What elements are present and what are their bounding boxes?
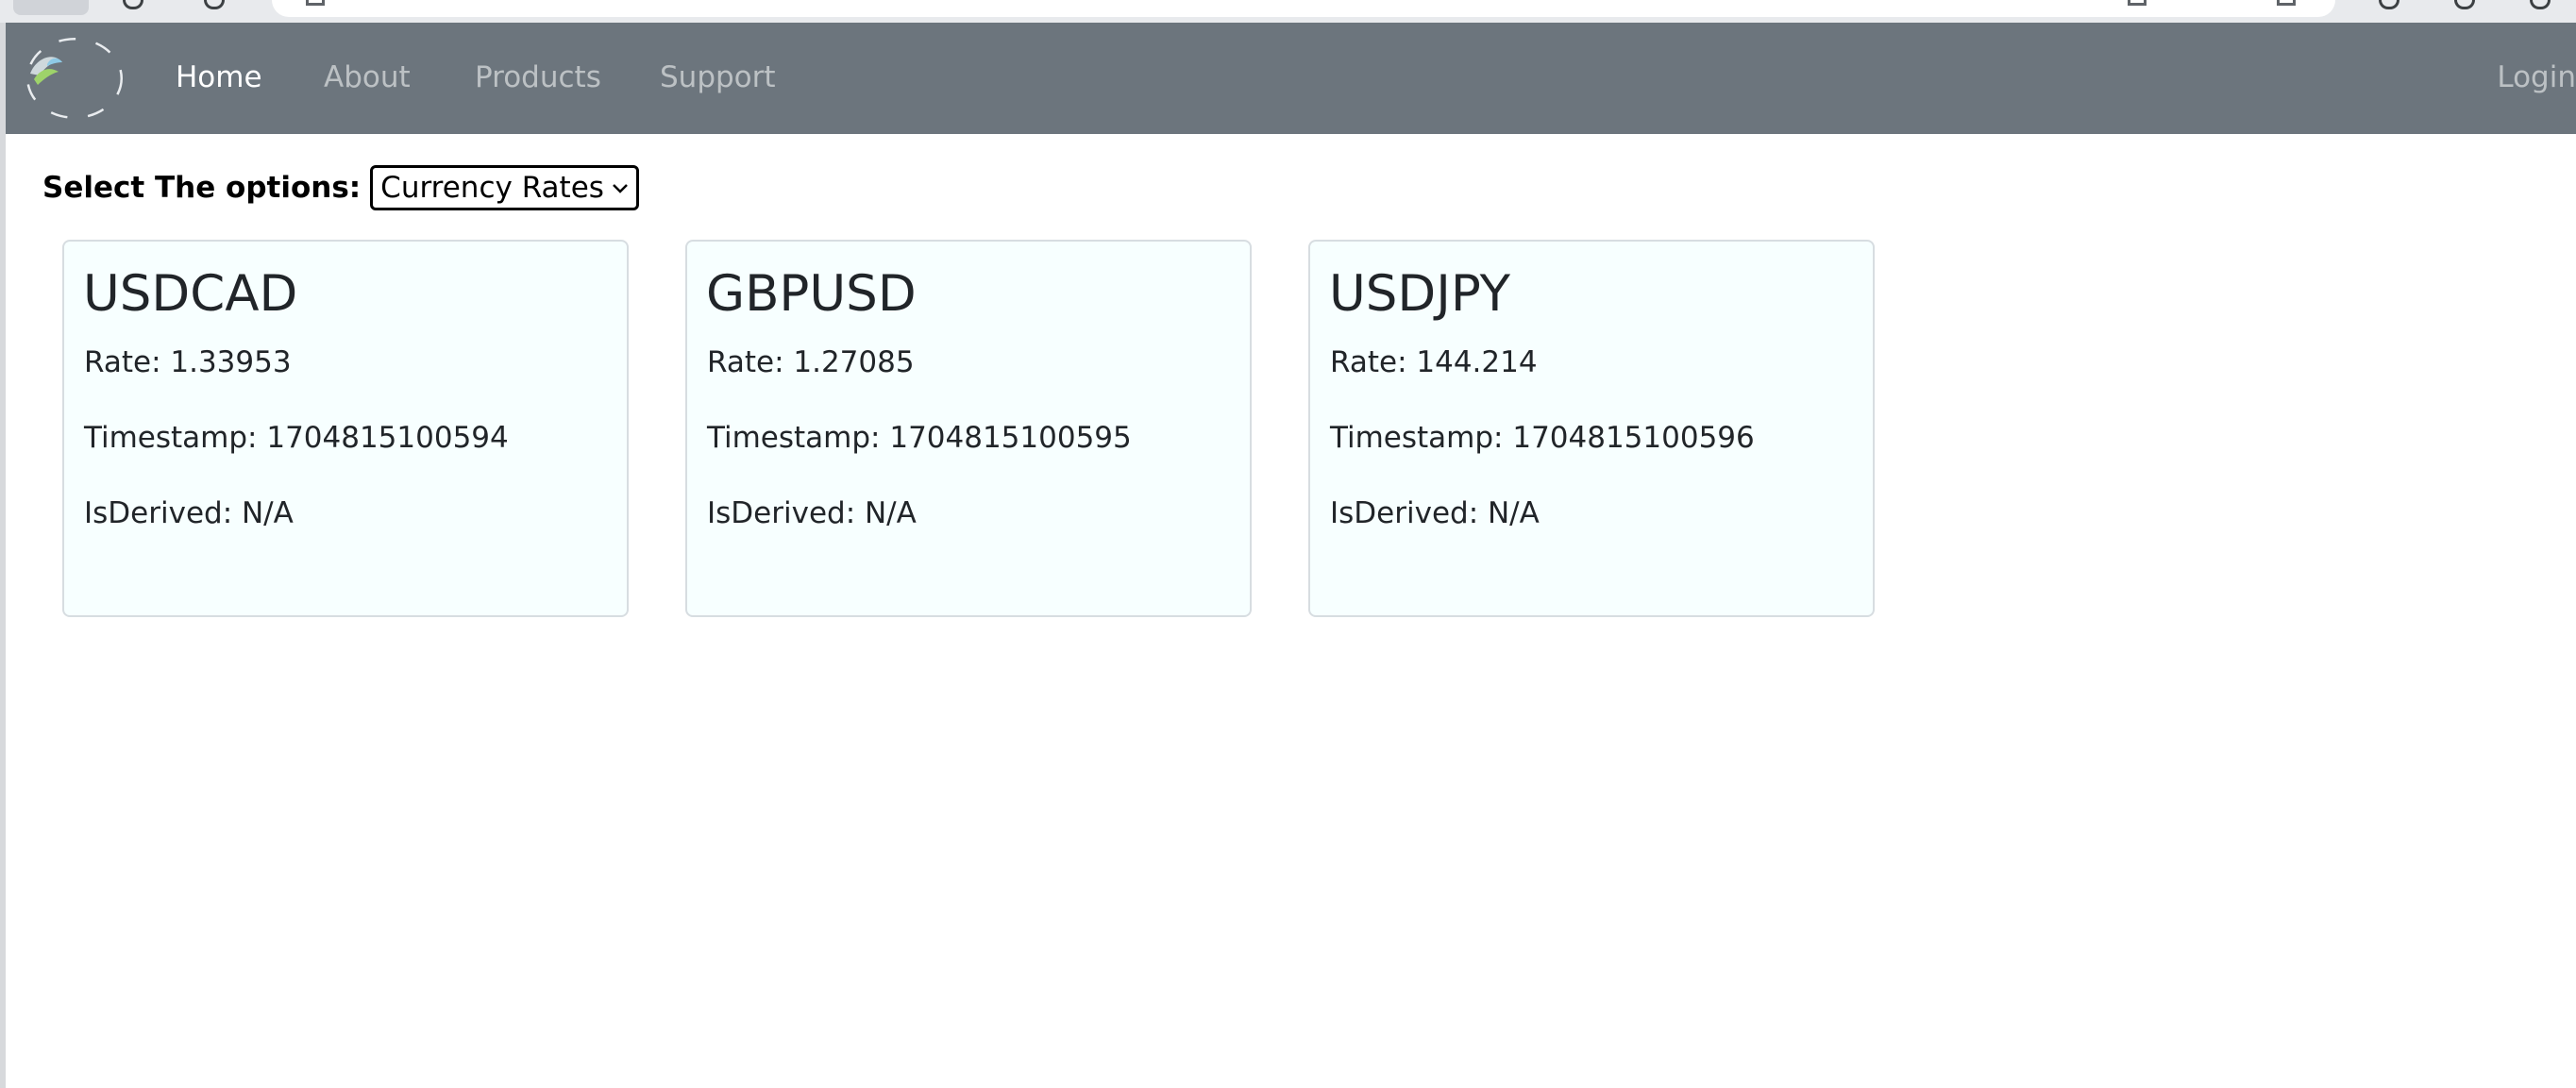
card-rate: Rate: 144.214	[1330, 345, 1538, 379]
bookmark-star-icon[interactable]	[2277, 0, 2296, 6]
top-navbar: Home About Products Support Login	[6, 23, 2576, 134]
nav-link-support[interactable]: Support	[660, 59, 776, 96]
menu-icon[interactable]	[2530, 0, 2551, 9]
nav-link-products[interactable]: Products	[475, 59, 601, 96]
browser-tab[interactable]	[13, 0, 89, 15]
card-is-derived: IsDerived: N/A	[707, 496, 917, 530]
card-timestamp: Timestamp: 1704815100596	[1330, 421, 1755, 455]
card-is-derived: IsDerived: N/A	[1330, 496, 1540, 530]
card-rate: Rate: 1.27085	[707, 345, 915, 379]
card-rate: Rate: 1.33953	[84, 345, 292, 379]
nav-link-home[interactable]: Home	[176, 59, 262, 96]
chevron-down-icon	[612, 180, 629, 198]
profile-icon[interactable]	[2454, 0, 2475, 9]
options-select-value: Currency Rates	[380, 171, 604, 205]
reload-icon[interactable]	[123, 0, 143, 9]
card-timestamp: Timestamp: 1704815100595	[707, 421, 1132, 455]
options-label: Select The options:	[42, 171, 362, 205]
options-select[interactable]: Currency Rates	[370, 165, 639, 210]
extension-puzzle-icon[interactable]	[2379, 0, 2399, 9]
browser-toolbar	[0, 0, 2576, 23]
card-is-derived: IsDerived: N/A	[84, 496, 294, 530]
logo-circle-icon[interactable]	[26, 38, 123, 119]
address-bar[interactable]	[272, 0, 2335, 17]
site-info-icon[interactable]	[306, 0, 325, 6]
card-title: GBPUSD	[706, 265, 917, 323]
rate-card-usdjpy: USDJPY Rate: 144.214 Timestamp: 17048151…	[1308, 240, 1875, 617]
login-link[interactable]: Login	[2497, 59, 2576, 96]
extensions-icon[interactable]	[204, 0, 225, 9]
rate-card-gbpusd: GBPUSD Rate: 1.27085 Timestamp: 17048151…	[685, 240, 1252, 617]
install-app-icon[interactable]	[2128, 0, 2147, 6]
page: Home About Products Support Login Select…	[0, 0, 2576, 1088]
rate-card-usdcad: USDCAD Rate: 1.33953 Timestamp: 17048151…	[62, 240, 629, 617]
nav-link-about[interactable]: About	[324, 59, 411, 96]
window-edge	[0, 23, 6, 1088]
card-title: USDJPY	[1329, 265, 1511, 323]
options-row: Select The options: Currency Rates	[42, 164, 639, 211]
card-timestamp: Timestamp: 1704815100594	[84, 421, 509, 455]
card-title: USDCAD	[83, 265, 298, 323]
